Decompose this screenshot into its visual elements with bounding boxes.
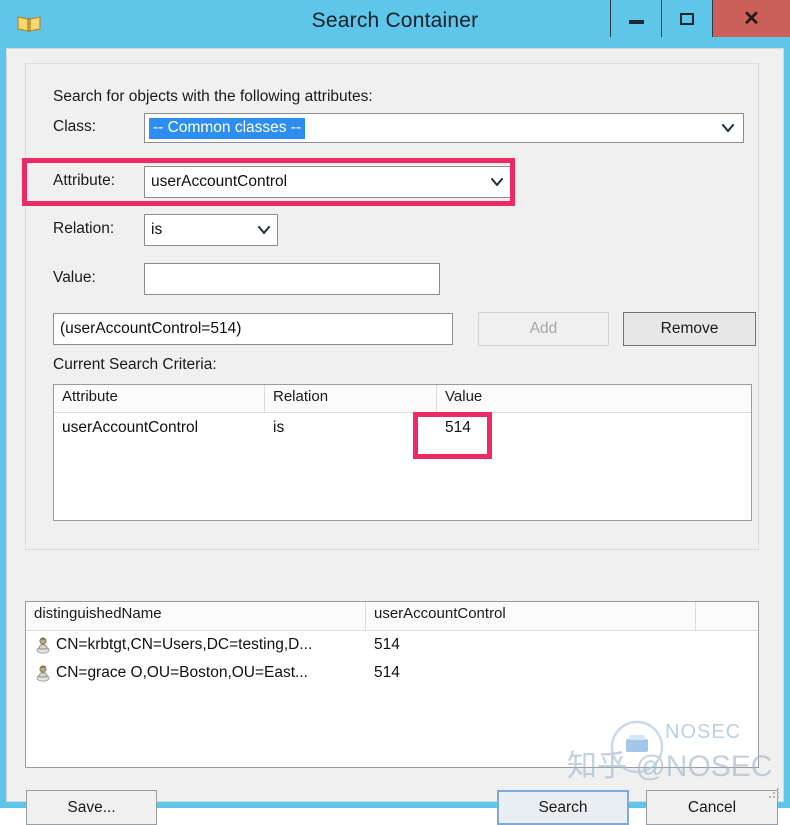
close-button[interactable]: ✕ bbox=[712, 0, 790, 37]
user-icon bbox=[34, 636, 52, 654]
table-row[interactable]: CN=grace O,OU=Boston,OU=East... 514 bbox=[26, 659, 758, 687]
table-row[interactable]: CN=krbtgt,CN=Users,DC=testing,D... 514 bbox=[26, 631, 758, 659]
class-label: Class: bbox=[53, 118, 97, 135]
criteria-cell-value: 514 bbox=[445, 418, 471, 436]
results-cell-useraccountcontrol: 514 bbox=[374, 636, 400, 653]
criteria-cell-attribute: userAccountControl bbox=[62, 418, 199, 436]
results-col-empty bbox=[696, 602, 758, 630]
minimize-icon bbox=[628, 20, 644, 24]
results-table[interactable]: distinguishedName userAccountControl CN=… bbox=[25, 601, 759, 768]
chevron-down-icon bbox=[715, 114, 741, 142]
criteria-table-header: Attribute Relation Value bbox=[54, 385, 751, 413]
attribute-label: Attribute: bbox=[53, 172, 116, 189]
results-cell-distinguishedname: CN=grace O,OU=Boston,OU=East... bbox=[26, 664, 366, 682]
attribute-combobox-value: userAccountControl bbox=[151, 173, 288, 190]
criteria-table[interactable]: Attribute Relation Value userAccountCont… bbox=[53, 384, 752, 521]
add-button[interactable]: Add bbox=[478, 312, 609, 346]
expression-field: (userAccountControl=514) bbox=[53, 313, 453, 345]
results-cell-distinguishedname: CN=krbtgt,CN=Users,DC=testing,D... bbox=[26, 636, 366, 654]
remove-button[interactable]: Remove bbox=[623, 312, 756, 346]
search-attributes-group: Search for objects with the following at… bbox=[25, 63, 759, 550]
class-combobox[interactable]: -- Common classes -- bbox=[144, 113, 744, 143]
relation-combobox-value: is bbox=[151, 221, 163, 238]
search-container-window: Search Container ✕ Search for objects wi… bbox=[0, 0, 790, 825]
results-row-text: CN=krbtgt,CN=Users,DC=testing,D... bbox=[56, 636, 313, 653]
results-col-useraccountcontrol: userAccountControl bbox=[366, 602, 696, 630]
chevron-down-icon bbox=[484, 177, 510, 187]
criteria-col-relation: Relation bbox=[265, 385, 437, 412]
class-combobox-value: -- Common classes -- bbox=[149, 117, 306, 139]
close-icon: ✕ bbox=[743, 7, 760, 30]
current-criteria-label: Current Search Criteria: bbox=[53, 356, 217, 373]
minimize-button[interactable] bbox=[610, 0, 661, 37]
criteria-col-attribute: Attribute bbox=[54, 385, 265, 412]
maximize-button[interactable] bbox=[661, 0, 712, 37]
value-input[interactable] bbox=[144, 263, 440, 295]
criteria-cell-relation: is bbox=[273, 418, 285, 436]
chevron-down-icon bbox=[251, 225, 277, 235]
search-prompt-label: Search for objects with the following at… bbox=[53, 88, 373, 105]
relation-combobox[interactable]: is bbox=[144, 214, 278, 246]
relation-label: Relation: bbox=[53, 220, 115, 237]
results-cell-useraccountcontrol: 514 bbox=[374, 664, 400, 681]
results-col-distinguishedname: distinguishedName bbox=[26, 602, 366, 630]
value-label: Value: bbox=[53, 269, 96, 286]
client-area: Search for objects with the following at… bbox=[6, 48, 784, 825]
results-row-text: CN=grace O,OU=Boston,OU=East... bbox=[56, 664, 308, 681]
window-controls: ✕ bbox=[610, 0, 790, 37]
title-bar: Search Container ✕ bbox=[0, 0, 790, 48]
resize-grip[interactable] bbox=[767, 786, 779, 798]
results-table-header: distinguishedName userAccountControl bbox=[26, 602, 758, 631]
criteria-col-value: Value bbox=[445, 388, 483, 405]
maximize-icon bbox=[680, 12, 694, 25]
attribute-combobox[interactable]: userAccountControl bbox=[144, 166, 511, 198]
user-icon bbox=[34, 664, 52, 682]
table-row[interactable]: userAccountControl is 514 bbox=[54, 413, 751, 442]
